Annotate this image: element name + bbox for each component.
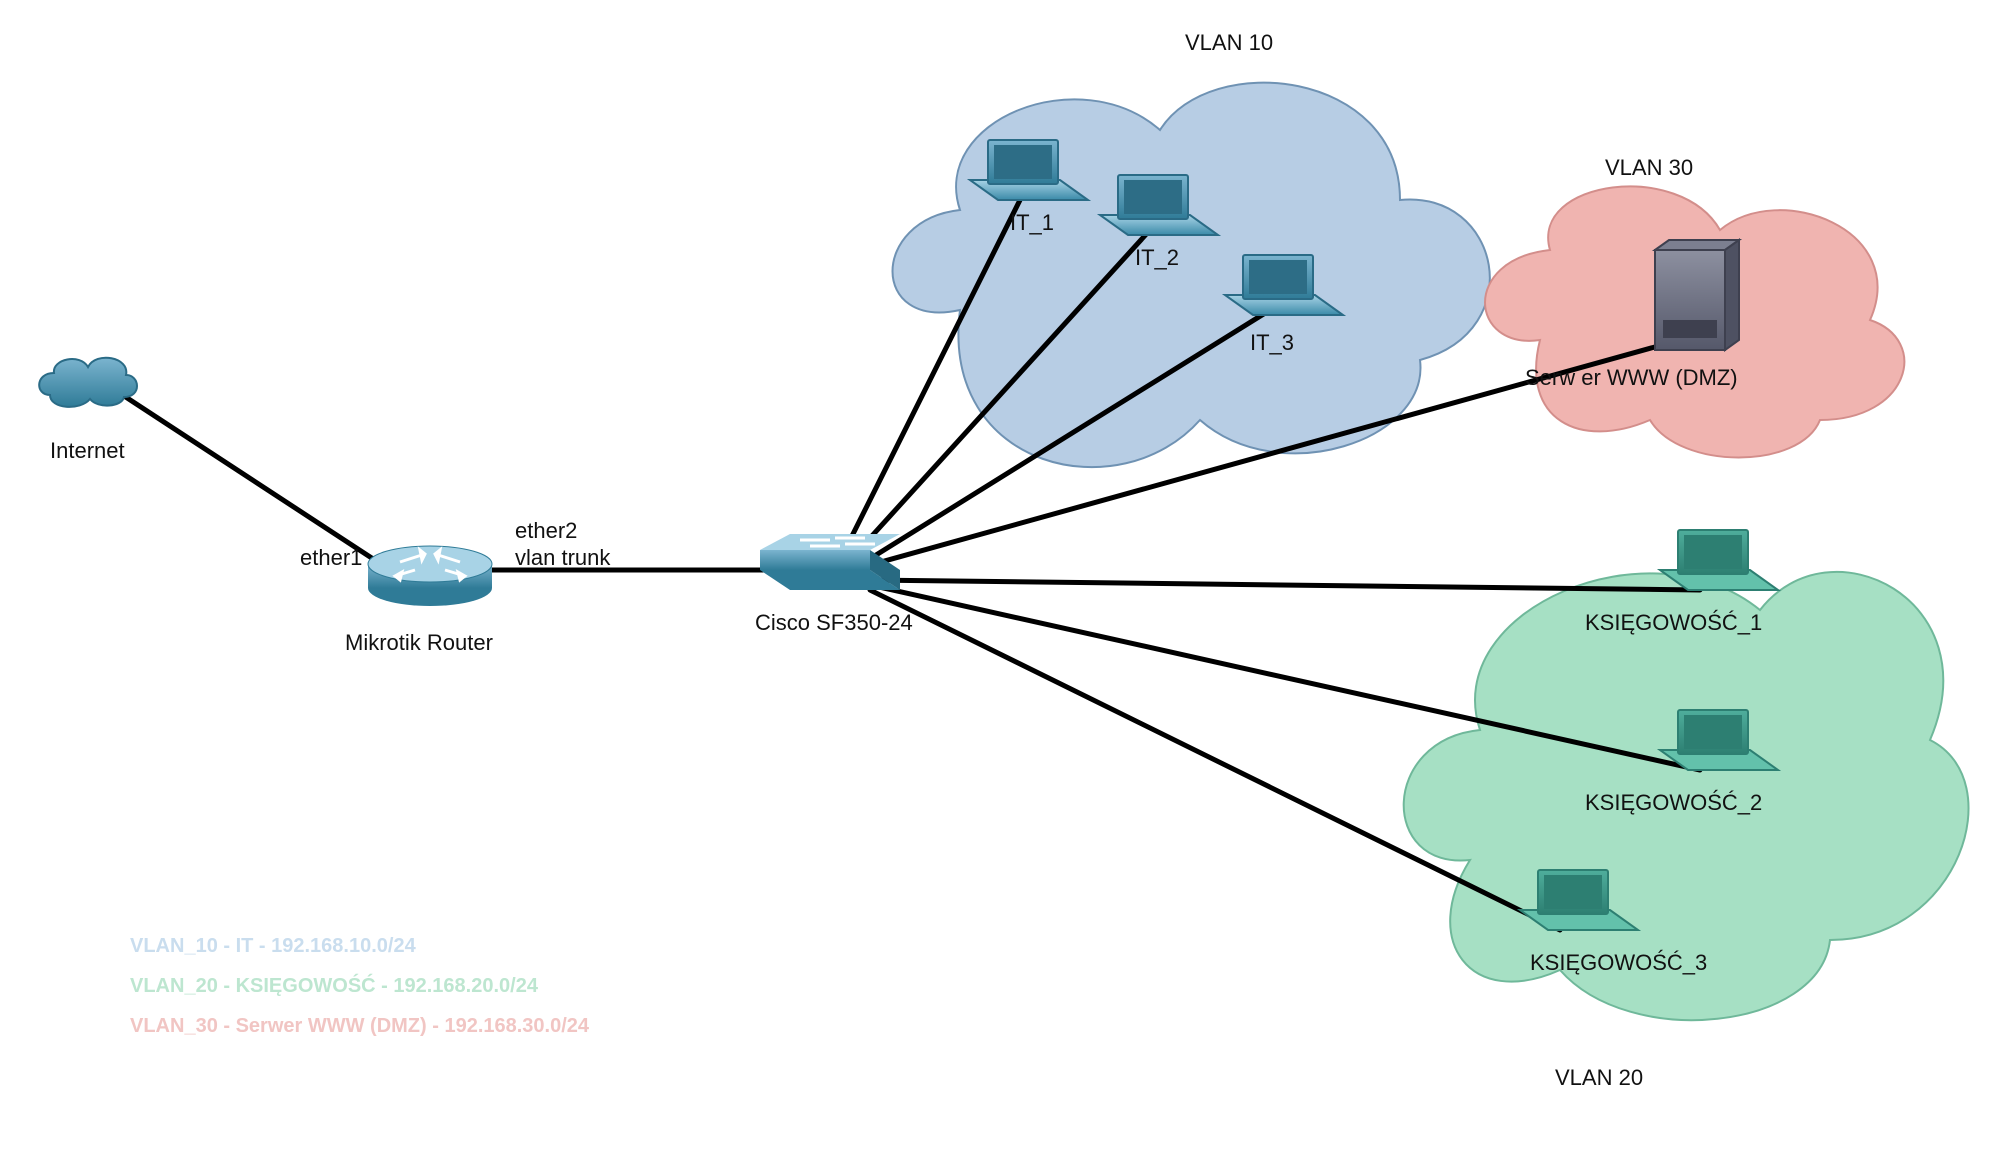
internet-label: Internet xyxy=(50,438,125,464)
internet-icon xyxy=(39,358,137,407)
router-port1: ether1 xyxy=(300,545,362,571)
it2-label: IT_2 xyxy=(1135,245,1179,271)
vlan30-title: VLAN 30 xyxy=(1605,155,1693,181)
router-icon xyxy=(368,546,492,606)
vlan10-title: VLAN 10 xyxy=(1185,30,1273,56)
switch-icon xyxy=(760,534,900,590)
ks1-label: KSIĘGOWOŚĆ_1 xyxy=(1585,610,1762,636)
legend-vlan10: VLAN_10 - IT - 192.168.10.0/24 xyxy=(130,935,416,958)
it1-label: IT_1 xyxy=(1010,210,1054,236)
it3-label: IT_3 xyxy=(1250,330,1294,356)
server-label: Serw er WWW (DMZ) xyxy=(1525,365,1738,391)
legend-vlan20: VLAN_20 - KSIĘGOWOŚĆ - 192.168.20.0/24 xyxy=(130,975,538,998)
ks2-label: KSIĘGOWOŚĆ_2 xyxy=(1585,790,1762,816)
legend-vlan30: VLAN_30 - Serwer WWW (DMZ) - 192.168.30.… xyxy=(130,1015,589,1038)
switch-label: Cisco SF350-24 xyxy=(755,610,913,636)
router-port2b: vlan trunk xyxy=(515,545,610,571)
vlan20-title: VLAN 20 xyxy=(1555,1065,1643,1091)
router-port2a: ether2 xyxy=(515,518,577,544)
ks3-label: KSIĘGOWOŚĆ_3 xyxy=(1530,950,1707,976)
laptop-ks-1 xyxy=(1660,530,1778,590)
server-dmz xyxy=(1655,240,1739,350)
router-label: Mikrotik Router xyxy=(345,630,493,656)
